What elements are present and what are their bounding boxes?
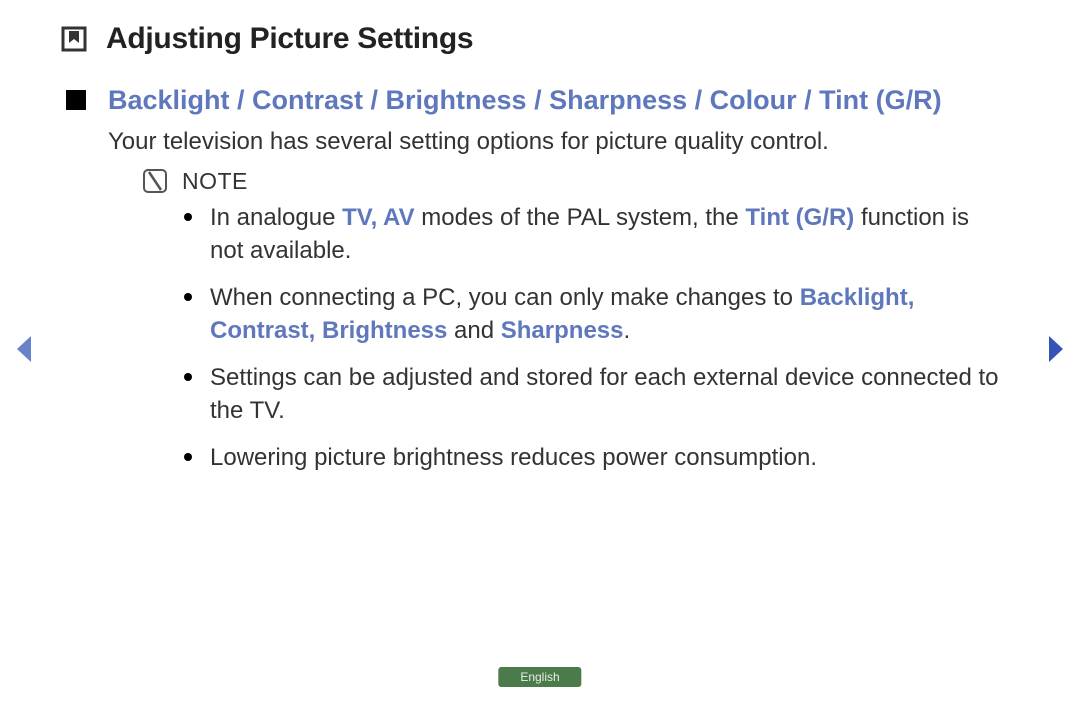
bullet-item: Lowering picture brightness reduces powe… xyxy=(210,441,1020,474)
note-bullets: In analogue TV, AV modes of the PAL syst… xyxy=(60,201,1020,475)
title-row: Adjusting Picture Settings xyxy=(60,22,1020,56)
note-row: NOTE xyxy=(60,168,1020,195)
intro-text: Your television has several setting opti… xyxy=(60,128,1020,156)
bullet-item: Settings can be adjusted and stored for … xyxy=(210,361,1020,427)
highlight-tint: Tint (G/R) xyxy=(745,204,854,231)
square-bullet-icon xyxy=(66,90,86,110)
note-label: NOTE xyxy=(182,168,248,195)
nav-prev-button[interactable] xyxy=(14,334,34,364)
page-title: Adjusting Picture Settings xyxy=(106,22,473,56)
note-icon xyxy=(142,168,168,194)
nav-next-button[interactable] xyxy=(1046,334,1066,364)
section-row: Backlight / Contrast / Brightness / Shar… xyxy=(60,84,1020,118)
bullet-item: When connecting a PC, you can only make … xyxy=(210,281,1020,347)
highlight-tv-av: TV, AV xyxy=(342,204,414,231)
language-pill[interactable]: English xyxy=(498,667,581,687)
bookmark-icon xyxy=(60,25,88,53)
bullet-item: In analogue TV, AV modes of the PAL syst… xyxy=(210,201,1020,267)
section-heading: Backlight / Contrast / Brightness / Shar… xyxy=(108,84,942,118)
highlight-sharpness: Sharpness xyxy=(501,317,624,344)
